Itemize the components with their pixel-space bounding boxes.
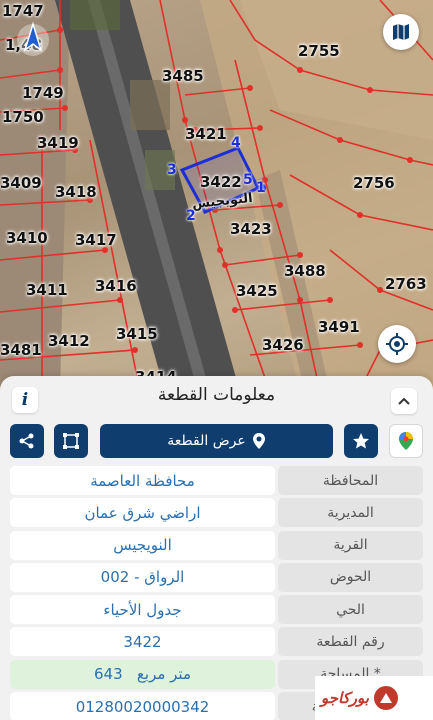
vertex-5[interactable]: 5 bbox=[243, 172, 253, 188]
directorate-value: اراضي شرق عمان bbox=[10, 498, 275, 528]
share-icon bbox=[19, 433, 34, 449]
brand-logo-icon bbox=[373, 686, 398, 710]
plot-number-value: 3422 bbox=[10, 627, 275, 657]
row-neighborhood: جدول الأحياء الحي bbox=[10, 595, 423, 625]
row-village: النويجيس القرية bbox=[10, 530, 423, 560]
basin-value: الرواق - 002 bbox=[10, 562, 275, 592]
map-layers-button[interactable] bbox=[383, 14, 419, 50]
governorate-label: المحافظة bbox=[278, 466, 423, 495]
vertex-2[interactable]: 2 bbox=[186, 208, 196, 224]
plot-label-2756: 2756 bbox=[353, 174, 395, 192]
plot-label-2763: 2763 bbox=[385, 275, 427, 293]
plot-label-3412: 3412 bbox=[48, 332, 90, 350]
neighborhood-value: جدول الأحياء bbox=[10, 595, 275, 625]
polygon-button[interactable] bbox=[54, 424, 88, 458]
favorite-button[interactable] bbox=[344, 424, 378, 458]
plot-label-3423: 3423 bbox=[230, 220, 272, 238]
vertex-3[interactable]: 3 bbox=[167, 162, 177, 178]
plot-label-3425: 3425 bbox=[236, 282, 278, 300]
plot-label-3418: 3418 bbox=[55, 183, 97, 201]
compass-icon bbox=[17, 21, 49, 56]
watermark-logo: بوركاجو bbox=[315, 676, 433, 720]
panel-title: معلومات القطعة bbox=[157, 385, 276, 405]
area-value: 643 متر مربع bbox=[10, 659, 275, 689]
plot-label-3417: 3417 bbox=[75, 231, 117, 249]
vertex-4[interactable]: 4 bbox=[231, 135, 241, 151]
plot-label-2755: 2755 bbox=[298, 42, 340, 60]
plot-label-3409: 3409 bbox=[0, 174, 42, 192]
plot-label-3485: 3485 bbox=[162, 67, 204, 85]
chevron-up-icon bbox=[398, 397, 410, 405]
governorate-value: محافظة العاصمة bbox=[10, 466, 275, 495]
plot-label-3416: 3416 bbox=[95, 277, 137, 295]
plot-label-3491: 3491 bbox=[318, 318, 360, 336]
vertex-1[interactable]: 1 bbox=[256, 180, 266, 196]
plot-label-3481: 3481 bbox=[0, 341, 42, 359]
crosshair-icon bbox=[386, 333, 408, 355]
share-button[interactable] bbox=[10, 424, 44, 458]
plot-label-3421: 3421 bbox=[185, 125, 227, 143]
show-plot-label: عرض القطعة bbox=[167, 433, 246, 449]
directorate-label: المديرية bbox=[278, 498, 423, 528]
panel-header: i معلومات القطعة bbox=[0, 376, 433, 420]
plot-number-label: رقم القطعة bbox=[278, 627, 423, 657]
plot-label-1750: 1750 bbox=[2, 108, 44, 126]
panel-toolbar: عرض القطعة bbox=[0, 424, 433, 460]
village-value: النويجيس bbox=[10, 530, 275, 560]
google-maps-icon bbox=[399, 432, 413, 450]
polygon-icon bbox=[63, 433, 79, 449]
plot-label-3426: 3426 bbox=[262, 336, 304, 354]
map-icon bbox=[393, 24, 409, 40]
village-label: القرية bbox=[278, 530, 423, 560]
plot-label-3419: 3419 bbox=[37, 134, 79, 152]
star-icon bbox=[353, 433, 369, 449]
plot-label-3488: 3488 bbox=[284, 262, 326, 280]
plot-label-1749: 1749 bbox=[22, 84, 64, 102]
row-plot-number: 3422 رقم القطعة bbox=[10, 627, 423, 657]
map-view[interactable]: 1747 1,48 1749 1750 2755 3485 3421 3419 … bbox=[0, 0, 433, 392]
neighborhood-label: الحي bbox=[278, 595, 423, 625]
row-directorate: اراضي شرق عمان المديرية bbox=[10, 498, 423, 528]
plot-label-3415: 3415 bbox=[116, 325, 158, 343]
plot-label-3422: 3422 bbox=[200, 173, 242, 191]
location-pin-icon bbox=[252, 433, 265, 449]
basin-label: الحوض bbox=[278, 562, 423, 592]
show-plot-button[interactable]: عرض القطعة bbox=[100, 424, 333, 458]
plot-label-3411: 3411 bbox=[26, 281, 68, 299]
watermark-text: بوركاجو bbox=[321, 689, 369, 707]
collapse-button[interactable] bbox=[391, 388, 417, 414]
row-governorate: محافظة العاصمة المحافظة bbox=[10, 466, 423, 495]
row-basin: الرواق - 002 الحوض bbox=[10, 562, 423, 592]
plot-label-3410: 3410 bbox=[6, 229, 48, 247]
north-indicator[interactable] bbox=[15, 18, 51, 58]
locate-me-button[interactable] bbox=[378, 325, 416, 363]
plot-key-value: 01280020000342 bbox=[10, 692, 275, 720]
open-in-maps-button[interactable] bbox=[389, 424, 423, 458]
plot-info-panel: i معلومات القطعة عرض القطعة محافظة العاص… bbox=[0, 376, 433, 720]
